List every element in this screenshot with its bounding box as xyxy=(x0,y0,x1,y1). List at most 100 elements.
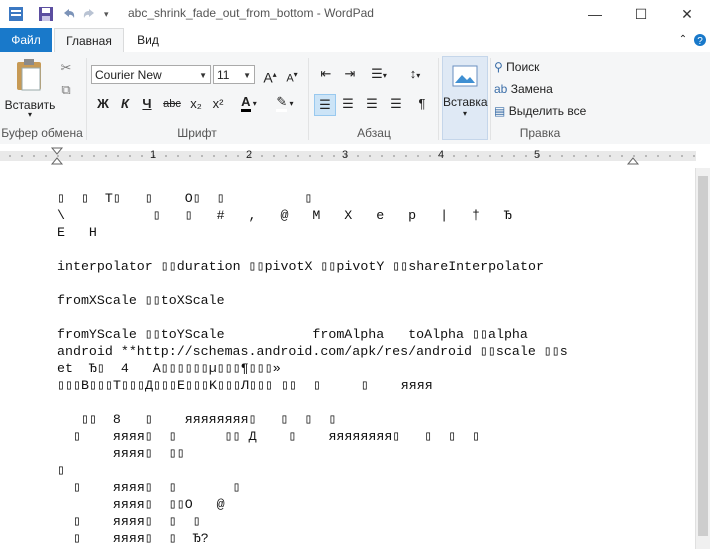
insert-button[interactable]: Вставка ▾ xyxy=(442,56,488,140)
document-line: ▯ ▯ T▯ ▯ O▯ ▯ ▯ xyxy=(57,191,313,206)
document-line: interpolator ▯▯duration ▯▯pivotX ▯▯pivot… xyxy=(57,259,544,274)
close-button[interactable]: ✕ xyxy=(664,0,710,28)
ruler[interactable]: 1 2 3 4 5 xyxy=(0,144,710,169)
grow-font-icon[interactable]: A▴ xyxy=(260,65,280,86)
document-line: fromYScale ▯▯toYScale fromAlpha toAlpha … xyxy=(57,327,528,342)
find-label: Поиск xyxy=(506,60,540,74)
ruler-number: 2 xyxy=(246,149,253,161)
svg-text:?: ? xyxy=(697,36,703,47)
ruler-number: 3 xyxy=(342,149,349,161)
document-line: ▯▯ 8 ▯ яяяяяяяя▯ ▯ ▯ ▯ xyxy=(57,412,337,427)
ribbon: Вставить ▾ ✂ ⧉ Буфер обмена Courier New ▼… xyxy=(0,52,710,145)
save-icon[interactable] xyxy=(38,6,54,22)
ruler-number: 1 xyxy=(150,149,157,161)
ruler-scale xyxy=(0,147,696,165)
select-all-icon: ▤ xyxy=(494,104,506,118)
document-line: ▯ яяяя▯ ▯ ▯▯ Д ▯ яяяяяяяя▯ ▯ ▯ ▯ xyxy=(57,429,481,444)
document-line: android **http://schemas.android.com/apk… xyxy=(57,344,568,359)
ribbon-separator xyxy=(490,58,491,140)
title-bar: ▾ abc_shrink_fade_out_from_bottom - Word… xyxy=(0,0,710,28)
window-title: abc_shrink_fade_out_from_bottom - WordPa… xyxy=(128,6,374,20)
ribbon-separator xyxy=(86,58,87,140)
ribbon-tabs: Файл Главная Вид ⌃ ? xyxy=(0,28,710,54)
copy-icon[interactable]: ⧉ xyxy=(56,80,76,100)
picture-icon xyxy=(452,65,478,87)
insert-label: Вставка xyxy=(443,95,488,109)
underline-button[interactable]: Ч xyxy=(137,94,157,114)
wordpad-app-icon[interactable] xyxy=(8,6,24,22)
chevron-down-icon: ▾ xyxy=(462,109,467,118)
justify-icon[interactable]: ☰ xyxy=(386,94,406,114)
text-color-label: A xyxy=(241,94,251,112)
document-line: яяяя▯ ▯▯O @ xyxy=(57,497,225,512)
chevron-down-icon: ▼ xyxy=(243,71,251,80)
tab-file[interactable]: Файл xyxy=(0,28,52,52)
document-line: яяяя▯ ▯▯ xyxy=(57,446,185,461)
maximize-button[interactable]: ☐ xyxy=(618,0,664,28)
chevron-down-icon: ▾ xyxy=(250,99,257,108)
ribbon-separator xyxy=(308,58,309,140)
align-right-icon[interactable]: ☰ xyxy=(362,94,382,114)
document-line: ▯ яяяя▯ ▯ ▯ xyxy=(57,480,241,495)
increase-indent-icon[interactable]: ⇥ xyxy=(340,64,360,84)
align-left-icon[interactable]: ☰ xyxy=(314,94,336,116)
italic-button[interactable]: К xyxy=(115,94,135,114)
ruler-number: 5 xyxy=(534,149,541,161)
line-spacing-icon[interactable]: ↕▾ xyxy=(400,64,430,84)
highlighter-icon: ✎ xyxy=(276,94,288,112)
replace-label: Замена xyxy=(510,82,553,96)
superscript-button[interactable]: x² xyxy=(208,94,228,114)
chevron-down-icon: ▼ xyxy=(199,71,207,80)
vertical-scrollbar[interactable] xyxy=(695,168,710,549)
cut-icon[interactable]: ✂ xyxy=(56,58,76,78)
font-family-value: Courier New xyxy=(95,68,162,82)
ribbon-separator xyxy=(438,58,439,140)
font-size-value: 11 xyxy=(217,68,230,82)
paste-button[interactable]: Вставить ▾ xyxy=(4,56,56,122)
bullets-icon[interactable]: ☰▾ xyxy=(364,64,394,84)
text-color-button[interactable]: A ▾ xyxy=(234,92,264,112)
decrease-indent-icon[interactable]: ⇤ xyxy=(316,64,336,84)
chevron-down-icon: ▾ xyxy=(27,110,32,119)
document-line: ▯▯▯B▯▯▯T▯▯▯Д▯▯▯E▯▯▯K▯▯▯Л▯▯▯ ▯▯ ▯ ▯ яяяя xyxy=(57,378,433,393)
help-icon[interactable]: ? xyxy=(692,28,708,52)
group-label-editing: Правка xyxy=(519,126,561,140)
bold-button[interactable]: Ж xyxy=(93,94,113,114)
document-line: \ ▯ ▯ # , @ M X e p | † Ђ xyxy=(57,208,512,223)
document-line: et Ђ▯ 4 A▯▯▯▯▯▯µ▯▯▯¶▯▯▯» xyxy=(57,361,281,376)
tab-home[interactable]: Главная xyxy=(54,28,124,54)
chevron-down-icon: ▾ xyxy=(287,99,294,108)
shrink-font-icon[interactable]: A▾ xyxy=(282,65,302,85)
undo-icon[interactable] xyxy=(60,6,76,22)
minimize-button[interactable]: — xyxy=(572,0,618,28)
redo-icon[interactable] xyxy=(82,6,98,22)
document-area[interactable]: ▯ ▯ T▯ ▯ O▯ ▯ ▯ \ ▯ ▯ # , @ M X e p | † Ђ… xyxy=(0,168,696,549)
document-line: ▯ яяяя▯ ▯ ▯ xyxy=(57,514,201,529)
select-all-button[interactable]: ▤ Выделить все xyxy=(494,104,586,118)
paste-icon xyxy=(17,59,41,91)
document-line: fromXScale ▯▯toXScale xyxy=(57,293,225,308)
paragraph-dialog-icon[interactable]: ¶ xyxy=(412,94,432,114)
group-label-paragraph: Абзац xyxy=(357,126,391,140)
document-line: ▯ яяяя▯ ▯ Ђ? xyxy=(57,531,209,546)
font-family-select[interactable]: Courier New ▼ xyxy=(91,65,211,84)
align-center-icon[interactable]: ☰ xyxy=(338,94,358,114)
replace-icon: ab xyxy=(494,82,508,96)
scrollbar-thumb[interactable] xyxy=(698,176,708,536)
font-size-select[interactable]: 11 ▼ xyxy=(213,65,255,84)
highlight-color-button[interactable]: ✎ ▾ xyxy=(270,92,300,112)
strikethrough-button[interactable]: abc xyxy=(160,94,184,114)
quick-access-dropdown-icon[interactable]: ▾ xyxy=(104,6,120,22)
find-button[interactable]: ⚲ Поиск xyxy=(494,60,539,74)
minimize-ribbon-icon[interactable]: ⌃ xyxy=(676,28,690,52)
document-line: ▯ xyxy=(57,463,66,478)
document-line: E H xyxy=(57,225,97,240)
tab-view[interactable]: Вид xyxy=(128,28,168,52)
group-label-font: Шрифт xyxy=(177,126,217,140)
ruler-number: 4 xyxy=(438,149,445,161)
replace-button[interactable]: ab Замена xyxy=(494,82,553,96)
select-all-label: Выделить все xyxy=(508,104,587,118)
subscript-button[interactable]: x₂ xyxy=(186,94,206,114)
group-label-clipboard: Буфер обмена xyxy=(1,126,83,140)
binoculars-icon: ⚲ xyxy=(494,60,503,74)
